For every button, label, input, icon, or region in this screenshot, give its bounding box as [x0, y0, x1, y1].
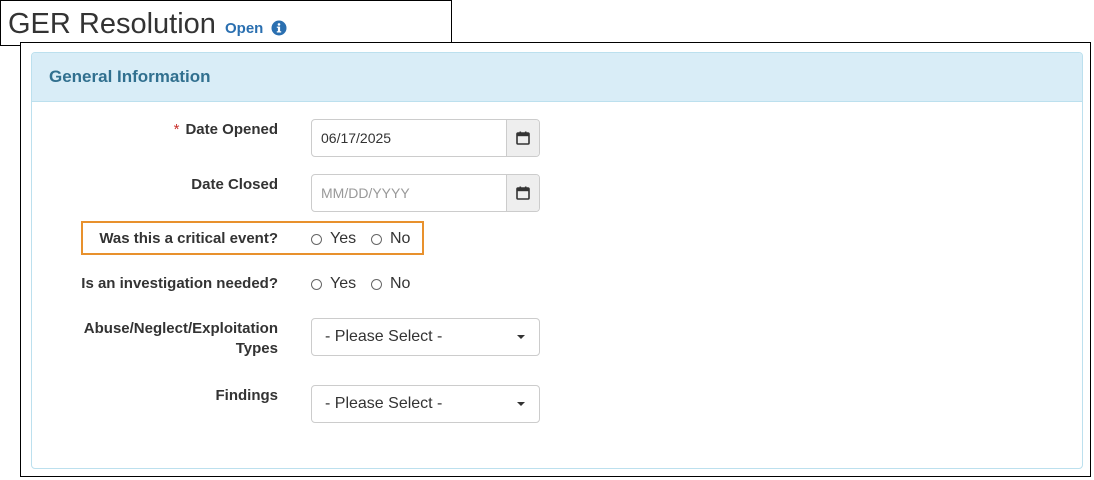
- findings-label: Findings: [215, 387, 279, 404]
- date-closed-group: [311, 174, 540, 212]
- info-icon[interactable]: [271, 20, 287, 36]
- calendar-icon: [516, 131, 530, 145]
- radio-label: Yes: [330, 230, 357, 247]
- date-closed-calendar-button[interactable]: [506, 175, 539, 211]
- investigation-no-radio[interactable]: No: [371, 274, 410, 294]
- page-header: GER Resolution Open: [0, 0, 452, 46]
- date-closed-label: Date Closed: [191, 176, 278, 193]
- radio-circle-icon: [311, 233, 322, 245]
- radio-label: No: [390, 275, 411, 292]
- page-title: GER Resolution: [8, 8, 216, 40]
- abuse-types-label-line1: Abuse/Neglect/Exploitation: [83, 320, 278, 337]
- date-opened-input[interactable]: [312, 120, 508, 156]
- investigation-label: Is an investigation needed?: [81, 275, 278, 292]
- required-marker: *: [173, 121, 180, 138]
- date-opened-group: [311, 119, 540, 157]
- findings-selected-value: - Please Select -: [325, 395, 443, 412]
- abuse-types-label: Abuse/Neglect/Exploitation Types: [40, 319, 278, 359]
- date-opened-calendar-button[interactable]: [506, 120, 539, 156]
- critical-event-label: Was this a critical event?: [99, 230, 278, 247]
- caret-down-icon: [517, 402, 525, 406]
- radio-circle-icon: [311, 278, 322, 290]
- panel-title: General Information: [49, 67, 211, 86]
- abuse-types-label-line2: Types: [235, 340, 278, 357]
- date-opened-label-text: Date Opened: [185, 121, 278, 138]
- findings-select[interactable]: - Please Select -: [311, 385, 540, 423]
- radio-circle-icon: [371, 278, 382, 290]
- abuse-types-select[interactable]: - Please Select -: [311, 318, 540, 356]
- date-opened-label: * Date Opened: [150, 120, 278, 140]
- radio-label: Yes: [330, 275, 357, 292]
- caret-down-icon: [517, 335, 525, 339]
- calendar-icon: [516, 186, 530, 200]
- investigation-yes-radio[interactable]: Yes: [311, 274, 356, 294]
- abuse-types-selected-value: - Please Select -: [325, 328, 443, 345]
- critical-event-no-radio[interactable]: No: [371, 229, 410, 249]
- radio-circle-icon: [371, 233, 382, 245]
- critical-event-yes-radio[interactable]: Yes: [311, 229, 356, 249]
- general-information-panel: General Information: [31, 52, 1083, 469]
- radio-label: No: [390, 230, 411, 247]
- date-closed-input[interactable]: [312, 175, 508, 211]
- status-badge: Open: [225, 20, 264, 37]
